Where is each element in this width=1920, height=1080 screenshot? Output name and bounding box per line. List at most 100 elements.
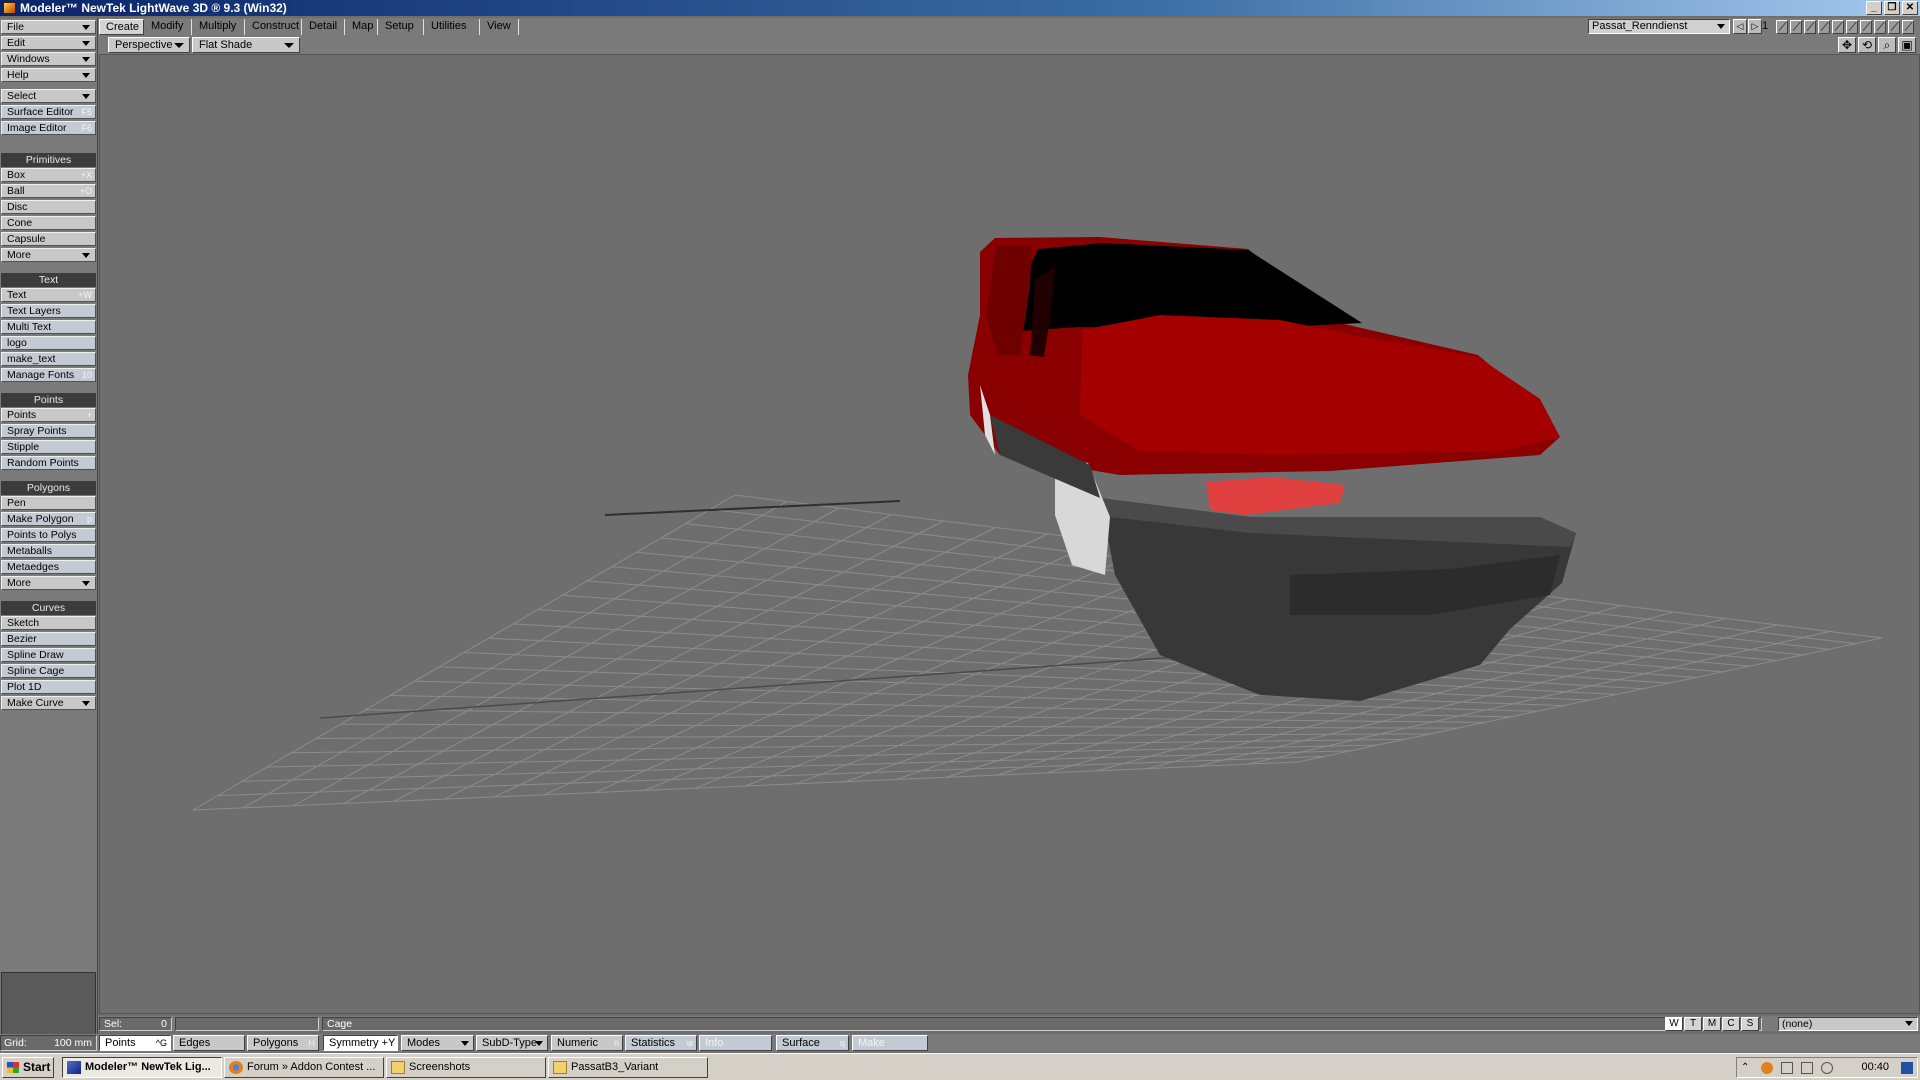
tool-metaedges-button[interactable]: Metaedges	[1, 560, 96, 574]
polygons-mode-button[interactable]: Polygons H	[247, 1035, 319, 1051]
info-button[interactable]: Info	[699, 1035, 772, 1051]
symmetry-button[interactable]: Symmetry +Y	[323, 1035, 398, 1051]
numeric-button[interactable]: Numeric n	[551, 1035, 623, 1051]
select-menu[interactable]: Select	[1, 89, 96, 103]
zoom-view-icon[interactable]: ⌕	[1878, 37, 1896, 53]
tab-map[interactable]: Map	[346, 19, 378, 35]
task-screenshots-folder[interactable]: Screenshots	[386, 1057, 546, 1078]
layer-number: 1	[1762, 20, 1769, 32]
rotate-view-icon[interactable]: ⟲	[1858, 37, 1876, 53]
close-button[interactable]: ✕	[1902, 1, 1918, 15]
tool-cone-button[interactable]: Cone	[1, 216, 96, 230]
maximize-view-icon[interactable]: ▣	[1898, 37, 1916, 53]
network-tray-icon[interactable]	[1801, 1062, 1813, 1074]
perspective-viewport[interactable]	[99, 54, 1920, 1014]
tool-make-curve-button[interactable]: Make Curve	[1, 696, 96, 710]
layer-button[interactable]	[1790, 20, 1802, 34]
flag-tray-icon[interactable]	[1781, 1062, 1793, 1074]
start-button[interactable]: Start	[2, 1057, 54, 1078]
file-menu[interactable]: File	[1, 20, 96, 34]
texture-toggle[interactable]: T	[1684, 1017, 1702, 1031]
color-toggle[interactable]: C	[1722, 1017, 1740, 1031]
tool-more-button[interactable]: More	[1, 248, 96, 262]
tool-bezier-button[interactable]: Bezier	[1, 632, 96, 646]
tool-random-points-button[interactable]: Random Points	[1, 456, 96, 470]
subd-type-menu[interactable]: SubD-Type	[476, 1035, 548, 1051]
edit-menu[interactable]: Edit	[1, 36, 96, 50]
prev-layer-button[interactable]: ◁	[1733, 19, 1747, 34]
make-button[interactable]: Make	[852, 1035, 928, 1051]
tool-text-layers-button[interactable]: Text Layers	[1, 304, 96, 318]
tool-logo-button[interactable]: logo	[1, 336, 96, 350]
tool-stipple-button[interactable]: Stipple	[1, 440, 96, 454]
tab-setup[interactable]: Setup	[379, 19, 424, 35]
tool-text-button[interactable]: Text +W	[1, 288, 96, 302]
minimize-button[interactable]: _	[1866, 1, 1882, 15]
tool-box-button[interactable]: Box +X	[1, 168, 96, 182]
windows-menu[interactable]: Windows	[1, 52, 96, 66]
tab-modify[interactable]: Modify	[145, 19, 192, 35]
image-editor-button[interactable]: Image Editor F6	[1, 121, 96, 135]
tab-utilities[interactable]: Utilities	[425, 19, 480, 35]
tool-metaballs-button[interactable]: Metaballs	[1, 544, 96, 558]
tool-label: Cone	[7, 217, 33, 229]
layer-button[interactable]	[1776, 20, 1788, 34]
shortcut-key: ^G	[155, 1038, 167, 1048]
tool-disc-button[interactable]: Disc	[1, 200, 96, 214]
layer-button[interactable]	[1832, 20, 1844, 34]
layer-button[interactable]	[1902, 20, 1914, 34]
view-type-select[interactable]: Perspective	[108, 37, 190, 53]
tool-spline-draw-button[interactable]: Spline Draw	[1, 648, 96, 662]
tool-points-to-polys-button[interactable]: Points to Polys	[1, 528, 96, 542]
edges-mode-button[interactable]: Edges	[173, 1035, 245, 1051]
show-desktop-icon[interactable]	[1901, 1062, 1913, 1074]
select-set-toggle[interactable]: S	[1741, 1017, 1759, 1031]
task-passat-folder[interactable]: PassatB3_Variant	[548, 1057, 708, 1078]
surface-editor-button[interactable]: Surface Editor F5	[1, 105, 96, 119]
layer-button[interactable]	[1874, 20, 1886, 34]
shading-select[interactable]: Flat Shade	[192, 37, 300, 53]
layer-button[interactable]	[1888, 20, 1900, 34]
volume-tray-icon[interactable]	[1821, 1062, 1833, 1074]
tab-view[interactable]: View	[481, 19, 519, 35]
statistics-button[interactable]: Statistics w	[625, 1035, 697, 1051]
polygons-mode-label: Polygons	[253, 1037, 299, 1049]
show-hidden-icon[interactable]: ⌃	[1741, 1062, 1753, 1074]
tool-pen-button[interactable]: Pen	[1, 496, 96, 510]
task-browser[interactable]: Forum » Addon Contest ...	[224, 1057, 384, 1078]
task-modeler[interactable]: Modeler™ NewTek Lig...	[62, 1057, 222, 1078]
grid-value: 100 mm	[54, 1037, 92, 1049]
wireframe-toggle[interactable]: W	[1665, 1017, 1683, 1031]
tool-plot-1d-button[interactable]: Plot 1D	[1, 680, 96, 694]
next-layer-button[interactable]: ▷	[1748, 19, 1762, 34]
move-view-icon[interactable]: ✥	[1838, 37, 1856, 53]
tab-construct[interactable]: Construct	[246, 19, 302, 35]
points-mode-button[interactable]: Points ^G	[99, 1035, 171, 1051]
tool-sketch-button[interactable]: Sketch	[1, 616, 96, 630]
layer-button[interactable]	[1846, 20, 1858, 34]
layer-button[interactable]	[1804, 20, 1816, 34]
vertex-map-select[interactable]: (none)	[1778, 1017, 1918, 1031]
tool-spline-cage-button[interactable]: Spline Cage	[1, 664, 96, 678]
tool-multi-text-button[interactable]: Multi Text	[1, 320, 96, 334]
help-menu[interactable]: Help	[1, 68, 96, 82]
tool-capsule-button[interactable]: Capsule	[1, 232, 96, 246]
object-select[interactable]: Passat_Renndienst	[1588, 19, 1730, 34]
morph-toggle[interactable]: M	[1703, 1017, 1721, 1031]
tool-ball-button[interactable]: Ball +O	[1, 184, 96, 198]
surface-button[interactable]: Surface q	[776, 1035, 849, 1051]
restore-button[interactable]: ❐	[1884, 1, 1900, 15]
tool-make-text-button[interactable]: make_text	[1, 352, 96, 366]
firefox-tray-icon[interactable]	[1761, 1062, 1773, 1074]
modes-menu[interactable]: Modes	[401, 1035, 474, 1051]
tool-spray-points-button[interactable]: Spray Points	[1, 424, 96, 438]
layer-button[interactable]	[1860, 20, 1872, 34]
tab-detail[interactable]: Detail	[303, 19, 345, 35]
tab-multiply[interactable]: Multiply	[193, 19, 245, 35]
tool-more-button[interactable]: More	[1, 576, 96, 590]
layer-button[interactable]	[1818, 20, 1830, 34]
tab-create[interactable]: Create	[99, 19, 144, 35]
tool-manage-fonts-button[interactable]: Manage Fonts 10	[1, 368, 96, 382]
tool-points-button[interactable]: Points +	[1, 408, 96, 422]
tool-make-polygon-button[interactable]: Make Polygon p	[1, 512, 96, 526]
